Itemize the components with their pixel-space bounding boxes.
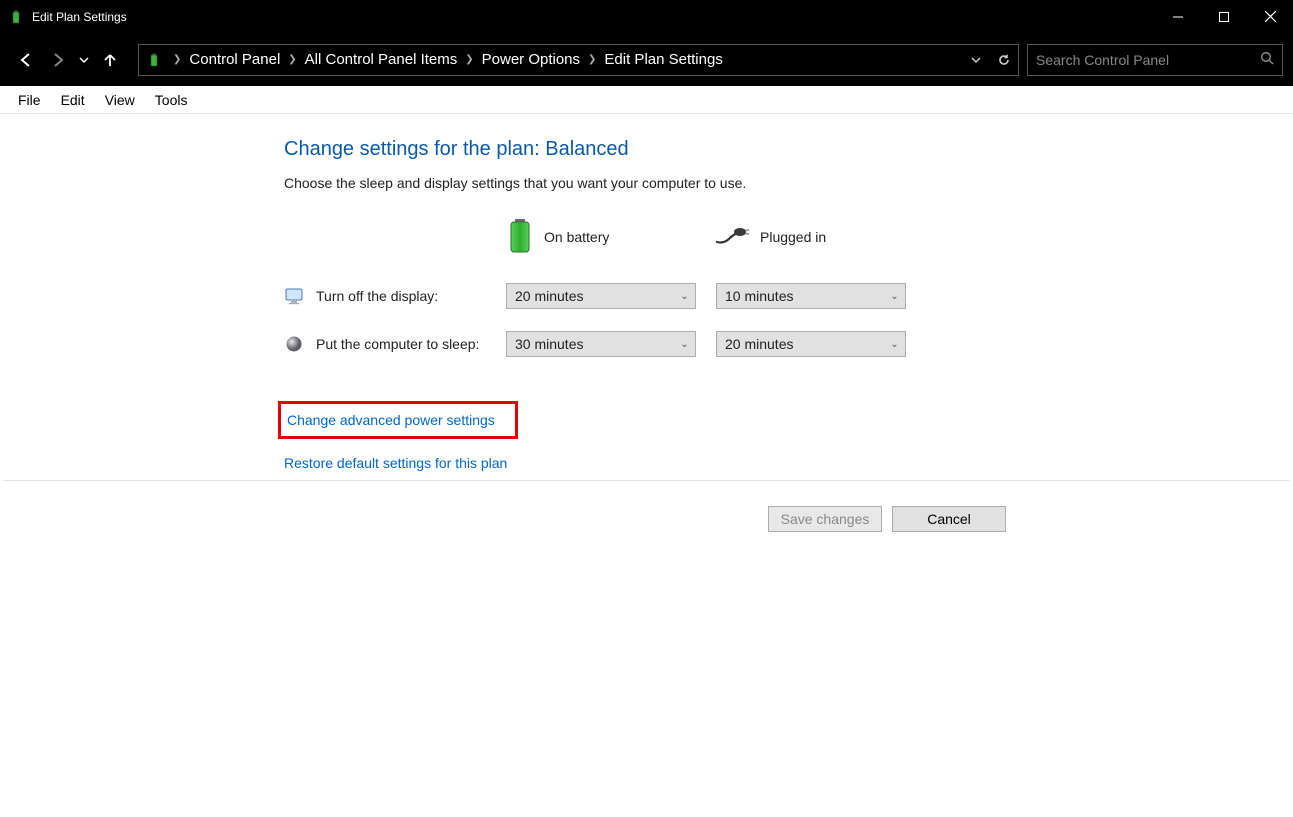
dropdown-value: 20 minutes — [717, 336, 883, 352]
close-button[interactable] — [1247, 0, 1293, 33]
navbar: ❯ Control Panel ❯ All Control Panel Item… — [0, 33, 1293, 86]
link-restore-defaults[interactable]: Restore default settings for this plan — [284, 455, 507, 471]
chevron-down-icon: ⌄ — [883, 339, 905, 350]
nav-recent-dropdown[interactable] — [74, 44, 94, 76]
menu-edit[interactable]: Edit — [51, 90, 95, 110]
link-advanced-settings[interactable]: Change advanced power settings — [287, 412, 495, 428]
page-subtitle: Choose the sleep and display settings th… — [284, 175, 1293, 191]
dropdown-value: 20 minutes — [507, 288, 673, 304]
chevron-down-icon: ⌄ — [673, 291, 695, 302]
breadcrumb-segment[interactable]: Control Panel — [185, 51, 284, 68]
breadcrumb-segment[interactable]: Edit Plan Settings — [600, 51, 726, 68]
column-header-battery: On battery — [506, 213, 716, 261]
save-changes-button[interactable]: Save changes — [768, 506, 882, 532]
row-display-label: Turn off the display: — [284, 286, 506, 306]
titlebar: Edit Plan Settings — [0, 0, 1293, 33]
cancel-label: Cancel — [927, 511, 971, 527]
moon-icon — [284, 334, 304, 354]
settings-links: Change advanced power settings Restore d… — [284, 401, 1293, 471]
power-app-icon — [8, 9, 24, 25]
row-sleep-text: Put the computer to sleep: — [316, 336, 479, 352]
plug-icon — [716, 226, 750, 249]
nav-up-button[interactable] — [94, 44, 126, 76]
maximize-button[interactable] — [1201, 0, 1247, 33]
chevron-right-icon: ❯ — [169, 54, 185, 65]
monitor-icon — [284, 286, 304, 306]
highlight-box: Change advanced power settings — [278, 401, 518, 439]
chevron-down-icon: ⌄ — [673, 339, 695, 350]
divider — [3, 480, 1290, 481]
menu-tools[interactable]: Tools — [145, 90, 198, 110]
display-plugged-dropdown[interactable]: 10 minutes ⌄ — [716, 283, 906, 309]
row-display-text: Turn off the display: — [316, 288, 438, 304]
search-icon — [1260, 51, 1274, 68]
chevron-down-icon: ⌄ — [883, 291, 905, 302]
cancel-button[interactable]: Cancel — [892, 506, 1006, 532]
window-title: Edit Plan Settings — [32, 10, 127, 24]
nav-forward-button[interactable] — [42, 44, 74, 76]
search-input[interactable] — [1036, 52, 1260, 68]
nav-back-button[interactable] — [10, 44, 42, 76]
minimize-button[interactable] — [1155, 0, 1201, 33]
column-header-plugged-label: Plugged in — [760, 229, 826, 245]
breadcrumb-bar[interactable]: ❯ Control Panel ❯ All Control Panel Item… — [138, 44, 1019, 76]
power-breadcrumb-icon — [145, 51, 163, 69]
breadcrumb-segment[interactable]: All Control Panel Items — [301, 51, 462, 68]
display-battery-dropdown[interactable]: 20 minutes ⌄ — [506, 283, 696, 309]
menu-view[interactable]: View — [95, 90, 145, 110]
save-changes-label: Save changes — [781, 511, 870, 527]
breadcrumb-segment[interactable]: Power Options — [478, 51, 584, 68]
column-header-battery-label: On battery — [544, 229, 609, 245]
content-area: Change settings for the plan: Balanced C… — [0, 114, 1293, 471]
sleep-battery-dropdown[interactable]: 30 minutes ⌄ — [506, 331, 696, 357]
footer-buttons: Save changes Cancel — [3, 492, 1290, 532]
dropdown-value: 10 minutes — [717, 288, 883, 304]
menu-file[interactable]: File — [8, 90, 51, 110]
power-settings-grid: On battery Plugged in — [284, 213, 1293, 357]
address-dropdown-button[interactable] — [962, 44, 990, 76]
chevron-right-icon: ❯ — [584, 54, 600, 65]
sleep-plugged-dropdown[interactable]: 20 minutes ⌄ — [716, 331, 906, 357]
refresh-button[interactable] — [990, 44, 1018, 76]
chevron-right-icon: ❯ — [284, 54, 300, 65]
column-header-plugged: Plugged in — [716, 213, 926, 261]
chevron-right-icon: ❯ — [461, 54, 477, 65]
row-sleep-label: Put the computer to sleep: — [284, 334, 506, 354]
page-title: Change settings for the plan: Balanced — [284, 138, 1293, 161]
dropdown-value: 30 minutes — [507, 336, 673, 352]
search-box[interactable] — [1027, 44, 1283, 76]
battery-icon — [506, 217, 534, 258]
menubar: File Edit View Tools — [0, 86, 1293, 114]
